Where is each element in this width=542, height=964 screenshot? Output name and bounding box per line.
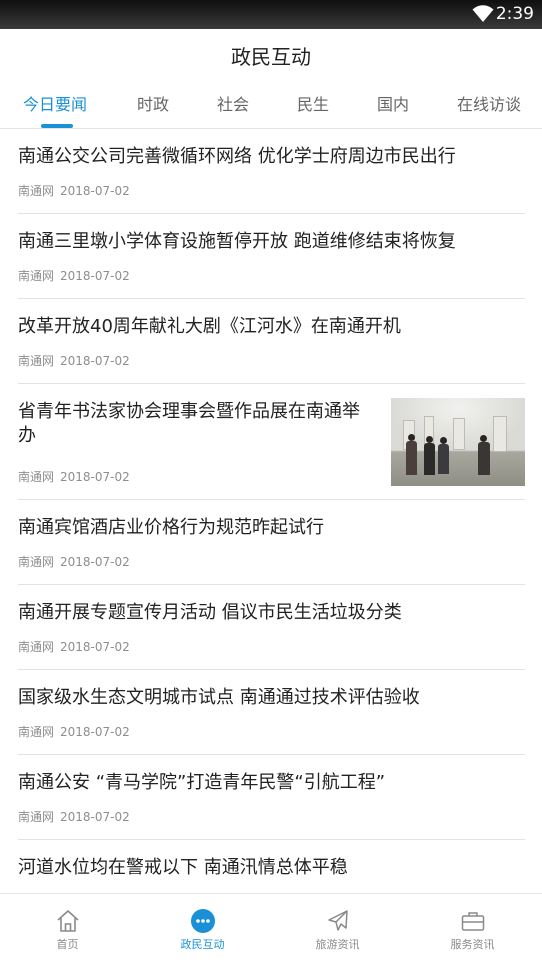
nav-services[interactable]: 服务资讯 [405,894,540,964]
news-source: 南通网 [18,184,55,198]
news-source: 南通网 [18,640,55,654]
tab-domestic[interactable]: 国内 [377,91,409,115]
tab-livelihood[interactable]: 民生 [297,91,329,115]
news-item[interactable]: 南通公安 “青马学院”打造青年民警“引航工程” 南通网 2018-07-02 [18,755,525,840]
news-source: 南通网 [18,269,55,283]
news-date: 2018-07-02 [60,184,130,198]
news-source: 南通网 [18,810,55,824]
bottom-nav: 首页 政民互动 旅游资讯 服务资讯 [0,893,542,964]
news-date: 2018-07-02 [60,354,130,368]
status-time: 2:39 [495,4,534,24]
news-title: 改革开放40周年献礼大剧《江河水》在南通开机 [18,316,401,337]
news-date: 2018-07-02 [60,470,130,484]
news-title: 南通宾馆酒店业价格行为规范昨起试行 [18,517,324,538]
nav-home[interactable]: 首页 [0,894,135,964]
news-date: 2018-07-02 [60,269,130,283]
news-thumbnail [391,398,525,486]
news-title: 南通三里墩小学体育设施暂停开放 跑道维修结束将恢复 [18,231,456,252]
news-source: 南通网 [18,470,55,484]
news-item[interactable]: 国家级水生态文明城市试点 南通通过技术评估验收 南通网 2018-07-02 [18,670,525,755]
briefcase-icon [461,912,485,931]
nav-label: 政民互动 [180,938,225,951]
news-source: 南通网 [18,354,55,368]
news-item[interactable]: 南通宾馆酒店业价格行为规范昨起试行 南通网 2018-07-02 [18,500,525,585]
news-item[interactable]: 南通三里墩小学体育设施暂停开放 跑道维修结束将恢复 南通网 2018-07-02 [18,214,525,299]
news-title: 国家级水生态文明城市试点 南通通过技术评估验收 [18,687,420,708]
news-source: 南通网 [18,555,55,569]
tab-politics[interactable]: 时政 [137,91,169,115]
news-item[interactable]: 改革开放40周年献礼大剧《江河水》在南通开机 南通网 2018-07-02 [18,299,525,384]
tab-society[interactable]: 社会 [217,91,249,115]
news-meta: 南通网 2018-07-02 [18,723,130,740]
news-item[interactable]: 省青年书法家协会理事会暨作品展在南通举办 南通网 2018-07-02 [18,384,525,500]
news-item[interactable]: 河道水位均在警戒以下 南通汛情总体平稳 [18,840,525,893]
news-meta: 南通网 2018-07-02 [18,638,130,655]
news-date: 2018-07-02 [60,640,130,654]
active-tab-indicator [41,124,73,128]
category-tabs: 今日要闻 时政 社会 民生 国内 在线访谈 [0,77,542,129]
news-title: 河道水位均在警戒以下 南通汛情总体平稳 [18,857,348,878]
news-title: 南通公交公司完善微循环网络 优化学士府周边市民出行 [18,146,456,167]
news-title: 省青年书法家协会理事会暨作品展在南通举办 [18,401,360,446]
app-header: 政民互动 [0,29,542,77]
news-meta: 南通网 2018-07-02 [18,267,130,284]
status-bar: 2:39 [0,0,542,29]
news-item[interactable]: 南通开展专题宣传月活动 倡议市民生活垃圾分类 南通网 2018-07-02 [18,585,525,670]
nav-label: 旅游资讯 [315,938,360,951]
news-title: 南通公安 “青马学院”打造青年民警“引航工程” [18,772,386,793]
chat-bubble-icon [191,909,215,933]
news-date: 2018-07-02 [60,810,130,824]
news-meta: 南通网 2018-07-02 [18,808,130,825]
wifi-icon [472,5,494,22]
news-meta: 南通网 2018-07-02 [18,468,130,485]
home-icon [57,910,79,932]
page-title: 政民互动 [231,45,311,69]
news-meta: 南通网 2018-07-02 [18,352,130,369]
news-source: 南通网 [18,725,55,739]
news-date: 2018-07-02 [60,555,130,569]
tab-online-interview[interactable]: 在线访谈 [457,91,521,115]
airplane-icon [328,910,348,931]
news-date: 2018-07-02 [60,725,130,739]
nav-interaction[interactable]: 政民互动 [135,894,270,964]
news-meta: 南通网 2018-07-02 [18,182,130,199]
news-list: 南通公交公司完善微循环网络 优化学士府周边市民出行 南通网 2018-07-02 … [0,129,542,893]
tab-today-news[interactable]: 今日要闻 [23,91,87,115]
news-item[interactable]: 南通公交公司完善微循环网络 优化学士府周边市民出行 南通网 2018-07-02 [18,129,525,214]
news-meta: 南通网 2018-07-02 [18,553,130,570]
nav-label: 服务资讯 [450,938,495,951]
news-title: 南通开展专题宣传月活动 倡议市民生活垃圾分类 [18,602,402,623]
nav-label: 首页 [56,938,79,951]
nav-travel[interactable]: 旅游资讯 [270,894,405,964]
